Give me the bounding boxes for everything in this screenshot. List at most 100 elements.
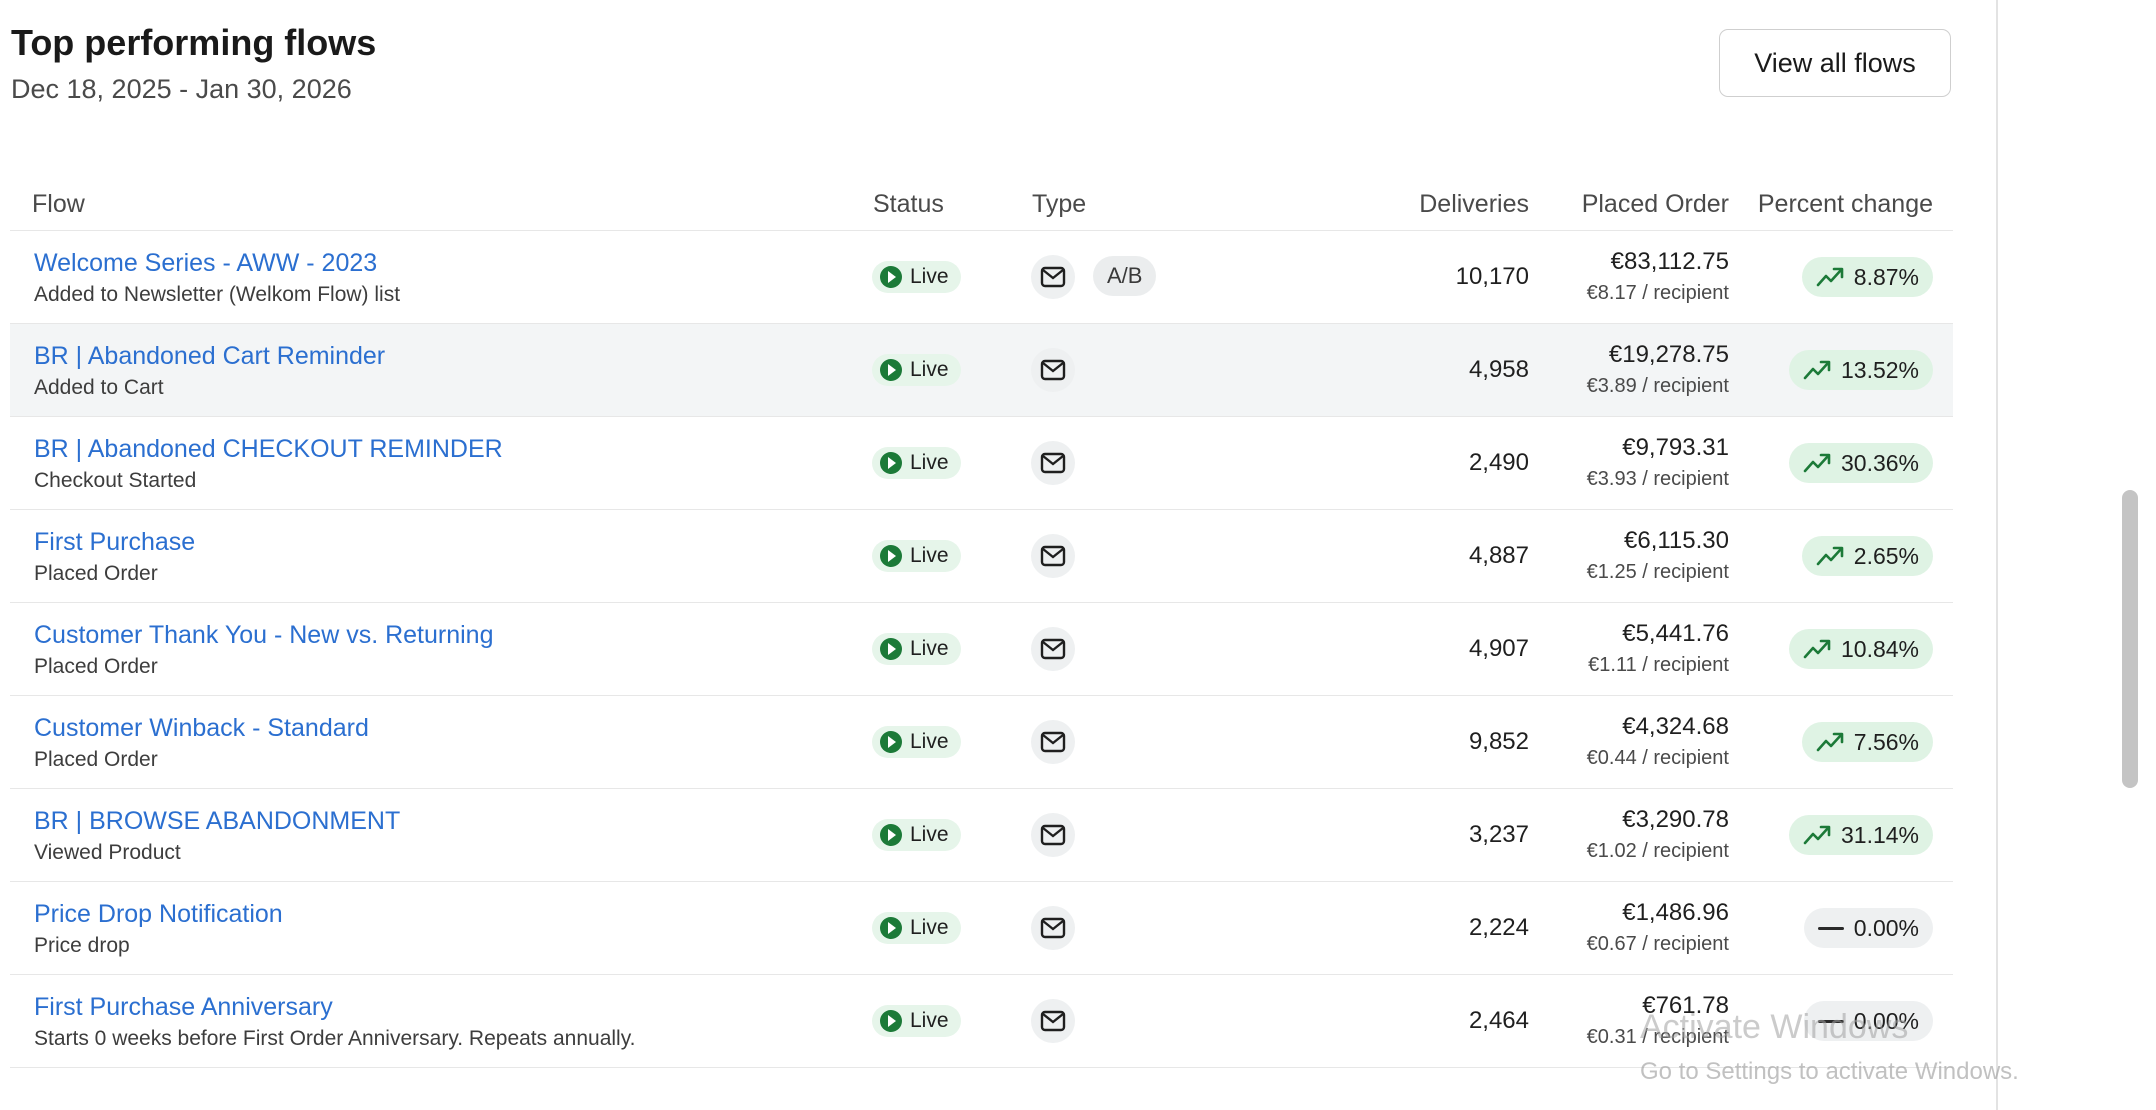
flow-name-link[interactable]: Welcome Series - AWW - 2023 [34, 249, 377, 278]
email-icon [1031, 813, 1075, 857]
placed-order-value: €6,115.30 [1624, 527, 1729, 554]
flow-name-link[interactable]: First Purchase Anniversary [34, 993, 333, 1022]
ab-test-badge: A/B [1093, 256, 1157, 296]
flows-panel: Top performing flows Dec 18, 2025 - Jan … [0, 0, 1996, 1110]
table-row[interactable]: Customer Winback - Standard Placed Order L… [10, 696, 1953, 789]
deliveries-value: 4,907 [1468, 635, 1529, 662]
flow-name-link[interactable]: Customer Winback - Standard [34, 714, 369, 743]
table-header: Flow Status Type Deliveries Placed Order… [10, 180, 1953, 231]
trend-up-icon [1803, 824, 1831, 846]
flow-trigger: Added to Newsletter (Welkom Flow) list [34, 283, 401, 306]
email-icon [1031, 906, 1075, 950]
trend-up-icon [1816, 266, 1844, 288]
flow-name-link[interactable]: Price Drop Notification [34, 900, 283, 929]
live-play-icon [880, 359, 902, 381]
status-label: Live [910, 823, 949, 846]
table-row[interactable]: Customer Thank You - New vs. Returning Pl… [10, 603, 1953, 696]
flow-name-link[interactable]: First Purchase [34, 528, 195, 557]
percent-change-value: 10.84% [1840, 635, 1919, 662]
live-play-icon [880, 545, 902, 567]
trend-up-icon [1816, 731, 1844, 753]
flow-trigger: Checkout Started [34, 469, 197, 492]
activation-watermark-title: Activate Windows [1640, 1008, 1909, 1046]
deliveries-value: 3,237 [1468, 821, 1529, 848]
table-row[interactable]: Price Drop Notification Price drop Live 2,2… [10, 882, 1953, 975]
deliveries-value: 2,224 [1468, 914, 1529, 941]
trend-flat-icon [1817, 926, 1844, 930]
flow-name-link[interactable]: BR | BROWSE ABANDONMENT [34, 807, 400, 836]
deliveries-value: 2,464 [1468, 1007, 1529, 1034]
percent-change-badge: 8.87% [1801, 257, 1933, 297]
live-play-icon [880, 824, 902, 846]
email-icon [1031, 720, 1075, 764]
table-row[interactable]: BR | Abandoned CHECKOUT REMINDER Checkout… [10, 417, 1953, 510]
placed-order-value: €83,112.75 [1610, 248, 1729, 275]
per-recipient-value: €0.44 / recipient [1586, 747, 1729, 769]
trend-up-icon [1803, 359, 1831, 381]
percent-change-value: 13.52% [1840, 356, 1919, 383]
placed-order-value: €5,441.76 [1622, 620, 1729, 647]
status-badge: Live [872, 447, 961, 479]
table-row[interactable]: First Purchase Placed Order Live 4,887 €6,11… [10, 510, 1953, 603]
flow-trigger: Placed Order [34, 655, 158, 678]
email-icon [1031, 999, 1075, 1043]
percent-change-value: 30.36% [1840, 449, 1919, 476]
scrollbar-thumb[interactable] [2122, 490, 2138, 788]
status-label: Live [910, 544, 949, 567]
view-all-flows-button[interactable]: View all flows [1719, 29, 1951, 97]
per-recipient-value: €8.17 / recipient [1586, 282, 1729, 304]
status-badge: Live [872, 354, 961, 386]
flow-trigger: Price drop [34, 934, 130, 957]
status-label: Live [910, 451, 949, 474]
percent-change-badge: 0.00% [1803, 908, 1933, 948]
deliveries-value: 2,490 [1468, 449, 1529, 476]
column-header-flow[interactable]: Flow [32, 190, 85, 219]
placed-order-value: €9,793.31 [1622, 434, 1729, 461]
table-row[interactable]: Welcome Series - AWW - 2023 Added to News… [10, 231, 1953, 324]
percent-change-value: 8.87% [1853, 263, 1919, 290]
table-row[interactable]: BR | Abandoned Cart Reminder Added to Car… [10, 324, 1953, 417]
percent-change-value: 7.56% [1853, 728, 1919, 755]
deliveries-value: 4,887 [1468, 542, 1529, 569]
status-badge: Live [872, 633, 961, 665]
status-label: Live [910, 916, 949, 939]
flow-trigger: Viewed Product [34, 841, 181, 864]
email-icon [1031, 441, 1075, 485]
column-header-status[interactable]: Status [873, 190, 944, 219]
flow-trigger: Placed Order [34, 562, 158, 585]
column-header-placed-order[interactable]: Placed Order [1582, 190, 1729, 219]
placed-order-value: €4,324.68 [1622, 713, 1729, 740]
status-label: Live [910, 730, 949, 753]
percent-change-badge: 2.65% [1801, 536, 1933, 576]
per-recipient-value: €1.11 / recipient [1588, 654, 1729, 676]
flow-name-link[interactable]: BR | Abandoned CHECKOUT REMINDER [34, 435, 503, 464]
per-recipient-value: €3.89 / recipient [1586, 375, 1729, 397]
table-row[interactable]: BR | BROWSE ABANDONMENT Viewed Product Liv… [10, 789, 1953, 882]
per-recipient-value: €1.25 / recipient [1586, 561, 1729, 583]
column-header-percent-change[interactable]: Percent change [1758, 190, 1933, 219]
column-header-deliveries[interactable]: Deliveries [1419, 190, 1529, 219]
deliveries-value: 9,852 [1468, 728, 1529, 755]
percent-change-value: 2.65% [1853, 542, 1919, 569]
live-play-icon [880, 1010, 902, 1032]
status-badge: Live [872, 261, 961, 293]
percent-change-value: 31.14% [1840, 821, 1919, 848]
status-label: Live [910, 358, 949, 381]
deliveries-value: 10,170 [1455, 263, 1529, 290]
status-label: Live [910, 1009, 949, 1032]
trend-up-icon [1816, 545, 1844, 567]
flow-trigger: Added to Cart [34, 376, 164, 399]
percent-change-badge: 31.14% [1788, 815, 1933, 855]
percent-change-badge: 10.84% [1788, 629, 1933, 669]
flow-name-link[interactable]: Customer Thank You - New vs. Returning [34, 621, 494, 650]
activation-watermark-subtitle: Go to Settings to activate Windows. [1640, 1058, 2019, 1085]
percent-change-badge: 30.36% [1788, 443, 1933, 483]
column-header-type[interactable]: Type [1032, 190, 1086, 219]
status-badge: Live [872, 1005, 961, 1037]
flow-name-link[interactable]: BR | Abandoned Cart Reminder [34, 342, 385, 371]
per-recipient-value: €1.02 / recipient [1586, 840, 1729, 862]
status-label: Live [910, 637, 949, 660]
email-icon [1031, 348, 1075, 392]
per-recipient-value: €0.67 / recipient [1586, 933, 1729, 955]
status-badge: Live [872, 819, 961, 851]
